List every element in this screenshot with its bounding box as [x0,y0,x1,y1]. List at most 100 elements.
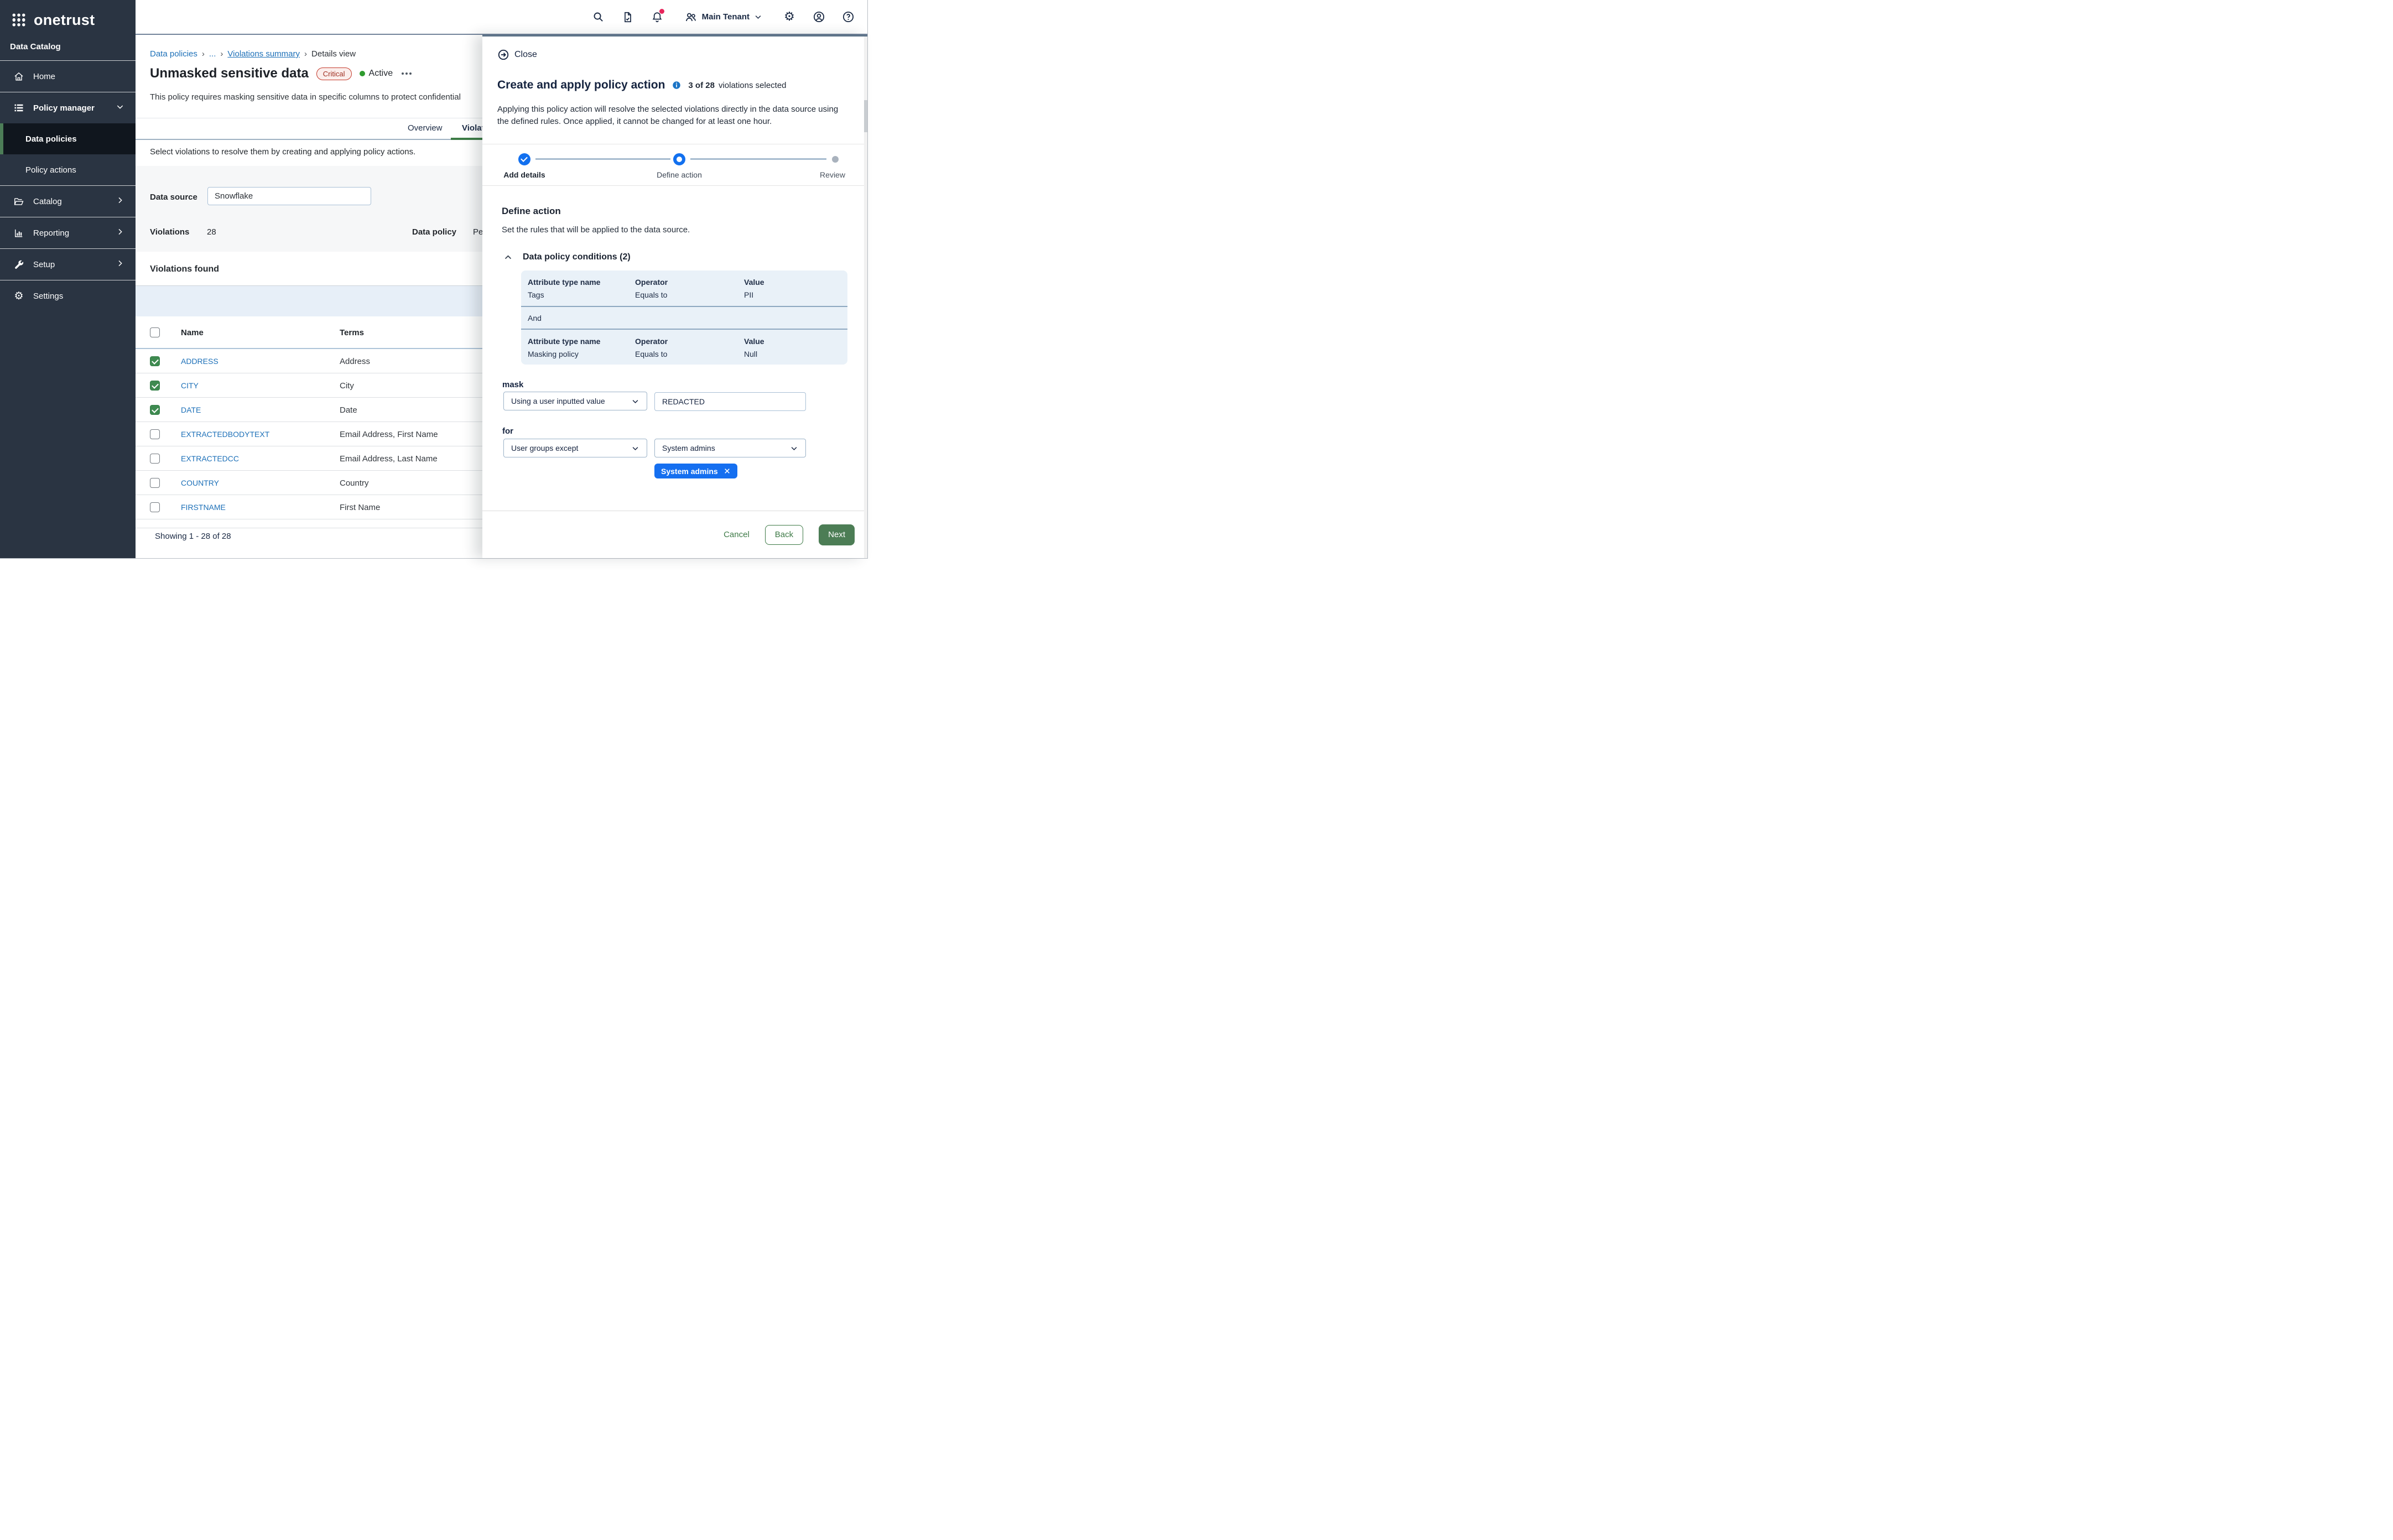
define-action-heading: Define action [502,206,561,217]
search-icon[interactable] [592,11,605,24]
row-checkbox[interactable] [150,405,160,415]
condition-attribute: Tags [528,289,635,301]
user-group-select-dropdown[interactable]: System admins [654,439,806,457]
condition-col-value: Value [744,276,841,289]
settings-gear-icon[interactable]: ⚙ [783,11,796,24]
chevron-down-icon [754,13,762,21]
violations-label: Violations [150,227,189,237]
panel-scrollbar[interactable] [864,37,867,558]
violation-name-link[interactable]: ADDRESS [181,357,219,366]
active-dot-icon [360,71,365,76]
tab-violations[interactable]: Violat [462,123,485,133]
selected-group-chip[interactable]: System admins [654,464,737,478]
violation-name-link[interactable]: CITY [181,381,199,390]
sidebar-item-label: Policy manager [33,103,95,113]
violation-terms: Address [340,357,370,366]
cancel-button[interactable]: Cancel [724,530,750,539]
data-source-label: Data source [150,192,197,202]
row-checkbox[interactable] [150,429,160,439]
violation-name-link[interactable]: DATE [181,405,201,414]
breadcrumb-link[interactable]: Violations summary [227,49,300,59]
chevron-up-icon [503,253,513,262]
page-title: Unmasked sensitive data [150,66,309,81]
condition-col-attribute: Attribute type name [528,276,635,289]
tab-overview[interactable]: Overview [408,123,443,133]
panel-title-row: Create and apply policy action 3 of 28 v… [497,79,787,92]
breadcrumb-link[interactable]: Data policies [150,49,197,59]
wrench-icon [13,259,24,270]
conditions-heading: Data policy conditions (2) [523,252,631,262]
policy-action-panel: Close Create and apply policy action 3 o… [482,35,867,558]
remove-chip-icon[interactable] [724,467,731,475]
sidebar-item-policy-actions[interactable]: Policy actions [0,154,136,185]
topbar: Main Tenant ⚙ [136,0,867,35]
mask-type-dropdown[interactable]: Using a user inputted value [503,392,647,410]
step-current-icon[interactable] [673,153,685,165]
help-icon[interactable] [841,11,855,24]
user-group-mode-dropdown[interactable]: User groups except [503,439,647,457]
conditions-box: Attribute type name Operator Value Tags … [521,270,847,365]
account-icon[interactable] [812,11,825,24]
step-connector [535,158,670,160]
condition-value: PII [744,289,841,301]
panel-scrollbar-thumb[interactable] [864,100,867,132]
mask-label: mask [502,380,523,389]
close-button[interactable]: Close [497,49,537,61]
breadcrumb-current: Details view [311,49,356,59]
row-checkbox[interactable] [150,502,160,512]
back-button[interactable]: Back [765,525,803,545]
notification-badge [659,9,664,14]
data-policy-label: Data policy [412,227,456,237]
onetrust-grid-icon [10,11,28,29]
sidebar-item-catalog[interactable]: Catalog [0,186,136,217]
violation-name-link[interactable]: EXTRACTEDCC [181,454,239,463]
row-checkbox[interactable] [150,356,160,366]
violation-name-link[interactable]: FIRSTNAME [181,503,226,512]
users-icon [684,11,698,24]
tenant-switcher[interactable]: Main Tenant [684,11,762,24]
more-actions-icon[interactable] [400,69,413,78]
violation-name-link[interactable]: EXTRACTEDBODYTEXT [181,430,269,439]
sidebar-item-label: Policy actions [25,165,76,175]
violation-terms: Date [340,405,357,415]
row-checkbox[interactable] [150,478,160,488]
breadcrumb-ellipsis[interactable]: ... [209,49,216,59]
violation-name-link[interactable]: COUNTRY [181,478,219,487]
define-action-subheading: Set the rules that will be applied to th… [502,225,690,235]
condition-operator: Equals to [635,348,744,361]
select-all-checkbox[interactable] [150,327,160,337]
sidebar-item-setup[interactable]: Setup [0,249,136,280]
logo-text: onetrust [34,12,95,29]
conditions-toggle[interactable]: Data policy conditions (2) [503,252,631,262]
document-check-icon[interactable] [621,11,634,24]
panel-description: Applying this policy action will resolve… [497,103,842,128]
step-complete-icon[interactable] [518,153,530,165]
sidebar-nav: Home Policy manager Data policies [0,61,136,311]
sidebar-item-settings[interactable]: ⚙ Settings [0,280,136,311]
mask-value-input[interactable] [654,392,806,411]
sidebar-item-reporting[interactable]: Reporting [0,217,136,248]
home-icon [13,71,24,82]
gear-icon: ⚙ [13,290,24,301]
notifications-bell-icon[interactable] [651,11,664,24]
pagination-status: Showing 1 - 28 of 28 [155,532,231,541]
step-upcoming-icon[interactable] [832,156,839,163]
chevron-right-icon [116,259,124,270]
sidebar-item-label: Reporting [33,228,69,238]
next-button[interactable]: Next [819,524,855,545]
data-source-input[interactable] [207,187,371,205]
row-checkbox[interactable] [150,381,160,391]
sidebar: onetrust Data Catalog Home [0,0,136,558]
close-label: Close [514,50,537,60]
condition-col-operator: Operator [635,276,744,289]
sidebar-item-policy-manager[interactable]: Policy manager [0,92,136,123]
chevron-right-icon [116,196,124,207]
violations-found-heading: Violations found [150,264,219,274]
sidebar-item-home[interactable]: Home [0,61,136,92]
sidebar-item-data-policies[interactable]: Data policies [0,123,136,154]
condition-col-attribute: Attribute type name [528,335,635,348]
row-checkbox[interactable] [150,454,160,464]
product-title: Data Catalog [0,32,136,60]
panel-footer: Cancel Back Next [482,511,867,558]
close-arrow-icon [497,49,509,61]
